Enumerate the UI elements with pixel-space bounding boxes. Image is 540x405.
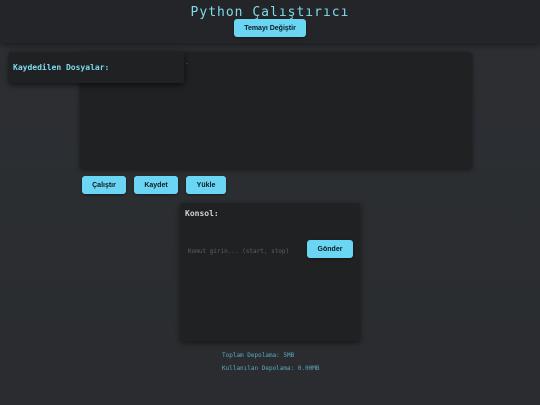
- run-button[interactable]: Çalıştır: [82, 176, 126, 194]
- console-title: Konsol:: [185, 209, 219, 218]
- total-storage-text: Toplam Depolama: 5MB: [222, 352, 295, 359]
- send-button[interactable]: Gönder: [307, 240, 353, 258]
- toggle-theme-button[interactable]: Temayı Değiştir: [234, 19, 306, 37]
- load-button[interactable]: Yükle: [186, 176, 226, 194]
- used-storage-text: Kullanılan Depolama: 0.00MB: [222, 365, 320, 372]
- saved-files-panel: Kaydedilen Dosyalar:: [9, 52, 184, 83]
- console-command-input[interactable]: [188, 245, 300, 257]
- saved-files-title: Kaydedilen Dosyalar:: [13, 63, 110, 72]
- app-header: Python Çalıştırıcı Temayı Değiştir: [0, 0, 540, 43]
- app-title: Python Çalıştırıcı: [190, 5, 350, 20]
- console-panel: Konsol: Gönder: [180, 203, 360, 341]
- save-button[interactable]: Kaydet: [134, 176, 178, 194]
